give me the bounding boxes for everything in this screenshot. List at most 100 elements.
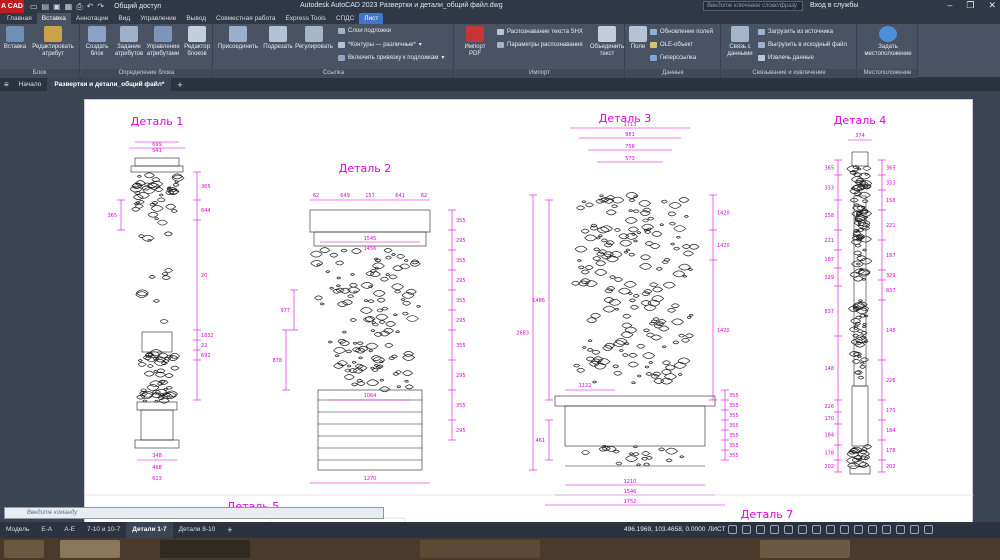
new-icon[interactable]: ▭ — [30, 2, 38, 12]
panel-block: Вставка Редактировать атрибут Блок — [0, 24, 80, 78]
document-tab[interactable]: Развертки и детали_общий файл* — [48, 78, 172, 91]
layout-tab[interactable]: E-A — [35, 522, 58, 538]
layout-tab[interactable]: 7-10 и 10-7 — [81, 522, 126, 538]
redo-icon[interactable]: ↷ — [97, 2, 104, 12]
clean-screen-icon[interactable] — [910, 525, 919, 534]
chevron-down-icon: ▾ — [441, 55, 445, 61]
ribbon-tab[interactable]: Лист — [359, 13, 384, 24]
osnap-icon[interactable] — [784, 525, 793, 534]
document-tab[interactable]: Начало — [13, 78, 49, 91]
menu-icon[interactable]: ≡ — [0, 80, 13, 89]
polar-icon[interactable] — [770, 525, 779, 534]
insert-button[interactable]: Вставка — [3, 26, 27, 51]
close-icon[interactable]: ✕ — [988, 0, 996, 11]
dimension-label: 365 — [824, 166, 834, 172]
selection-icon[interactable] — [840, 525, 849, 534]
upload-button[interactable]: Выгрузить в исходный файл — [758, 42, 847, 48]
adjust-button[interactable]: Регулировать — [295, 26, 333, 51]
layout-tab[interactable]: Детали 8-10 — [173, 522, 222, 538]
underlay-layers-button[interactable]: Слои подложки — [338, 28, 391, 34]
ole-object-button[interactable]: OLE-объект — [650, 42, 693, 48]
detail2-cartouche-stroke — [327, 327, 416, 393]
layout-tab[interactable]: Детали 1-7 — [126, 522, 173, 538]
layout-tab[interactable]: Модель — [0, 522, 35, 538]
transparency-icon[interactable] — [826, 525, 835, 534]
dimension-label: 158 — [886, 198, 896, 204]
search-input[interactable]: Введите ключевое слово/фразу — [703, 1, 803, 11]
extract-icon — [758, 55, 765, 61]
lineweight-icon[interactable] — [812, 525, 821, 534]
command-input[interactable]: Введите команду — [4, 507, 384, 519]
ribbon-tab[interactable]: Вставка — [36, 13, 71, 24]
taskbar-thumb[interactable] — [760, 540, 850, 558]
detail3-lower-body — [564, 405, 706, 447]
share-button[interactable]: Общий доступ — [114, 3, 161, 10]
snap-underlays-label: Включить привязку к подложкам — [348, 54, 439, 61]
customize-icon[interactable] — [924, 525, 933, 534]
minimize-icon[interactable]: – — [947, 0, 952, 11]
dimension-label: 295 — [456, 428, 466, 434]
snap-underlays-button[interactable]: Включить привязку к подложкам ▾ — [338, 54, 444, 61]
dimension-label: 365 — [107, 213, 117, 219]
hardware-accel-icon[interactable] — [896, 525, 905, 534]
dimension-label: 355 — [456, 298, 466, 304]
ribbon-tab[interactable]: Главная — [2, 13, 37, 24]
taskbar-thumb[interactable] — [420, 540, 540, 558]
define-attributes-button[interactable]: Задание атрибутов — [114, 26, 144, 58]
plot-icon[interactable]: ⎙ — [76, 2, 82, 12]
manage-attributes-button[interactable]: Управление атрибутами — [146, 26, 180, 58]
combine-text-button[interactable]: Объединить текст — [590, 26, 624, 58]
download-button[interactable]: Загрузить из источника — [758, 29, 833, 35]
create-block-button[interactable]: Создать блок — [83, 26, 111, 58]
taskbar-thumb[interactable] — [4, 540, 44, 558]
detail-title: Деталь 1 — [131, 115, 184, 128]
recognize-shx-button[interactable]: Распознавание текста SHX — [497, 29, 583, 35]
drawing-area[interactable]: Деталь 1Деталь 2Деталь 3Деталь 4Деталь 5… — [0, 91, 1000, 522]
hyperlink-button[interactable]: Гиперссылка — [650, 55, 696, 61]
ribbon-tab[interactable]: СПДС — [331, 13, 359, 24]
otrack-icon[interactable] — [798, 525, 807, 534]
annotation-scale-icon[interactable] — [854, 525, 863, 534]
taskbar-thumb[interactable] — [160, 540, 250, 558]
clip-button[interactable]: Подрезать — [261, 26, 295, 51]
undo-icon[interactable]: ↶ — [87, 2, 94, 12]
ribbon-tab[interactable]: Аннотации — [71, 13, 114, 24]
edit-attribute-button[interactable]: Редактировать атрибут — [30, 26, 76, 58]
attach-button[interactable]: Присоединить — [216, 26, 260, 51]
update-fields-button[interactable]: Обновление полей — [650, 29, 713, 35]
grid-icon[interactable] — [728, 525, 737, 534]
upload-label: Выгрузить в исходный файл — [768, 42, 848, 48]
ribbon-tab[interactable]: Управление — [135, 13, 181, 24]
snap-icon[interactable] — [742, 525, 751, 534]
new-tab-icon[interactable]: + — [171, 80, 188, 90]
ribbon-tab[interactable]: Совместная работа — [211, 13, 280, 24]
block-editor-button[interactable]: Редактор блоков — [182, 26, 212, 58]
dimension-label: 355 — [729, 433, 739, 439]
field-button[interactable]: Поле — [628, 26, 648, 51]
data-link-button[interactable]: Связь с данными — [725, 26, 755, 58]
save-icon[interactable]: ▣ — [53, 2, 61, 12]
taskbar-thumb[interactable] — [60, 540, 120, 558]
isolate-icon[interactable] — [882, 525, 891, 534]
frames-dropdown[interactable]: *Контуры — различные* ▾ — [338, 41, 422, 48]
set-location-button[interactable]: Задать местоположение — [861, 26, 915, 58]
space-indicator[interactable]: ЛИСТ — [708, 526, 725, 533]
ribbon-tab[interactable]: Express Tools — [280, 13, 330, 24]
restore-icon[interactable]: ❐ — [966, 0, 974, 11]
dimension-label: 1545 — [364, 236, 377, 242]
ribbon-tab[interactable]: Вывод — [181, 13, 211, 24]
download-label: Загрузить из источника — [768, 29, 833, 35]
ortho-icon[interactable] — [756, 525, 765, 534]
signin-button[interactable]: Вход в службы — [810, 2, 858, 9]
dimension-label: 355 — [729, 423, 739, 429]
application-menu-button[interactable]: A CAD — [0, 0, 24, 13]
recognition-settings-button[interactable]: Параметры распознавания — [497, 42, 583, 48]
import-pdf-button[interactable]: Импорт PDF — [458, 26, 492, 58]
workspace-icon[interactable] — [868, 525, 877, 534]
layout-tab[interactable]: A-E — [58, 522, 81, 538]
saveas-icon[interactable]: ▦ — [65, 2, 73, 12]
open-icon[interactable]: ▤ — [42, 2, 50, 12]
extract-data-button[interactable]: Извлечь данные — [758, 55, 814, 61]
add-layout-icon[interactable]: + — [221, 525, 238, 535]
ribbon-tab[interactable]: Вид — [113, 13, 135, 24]
